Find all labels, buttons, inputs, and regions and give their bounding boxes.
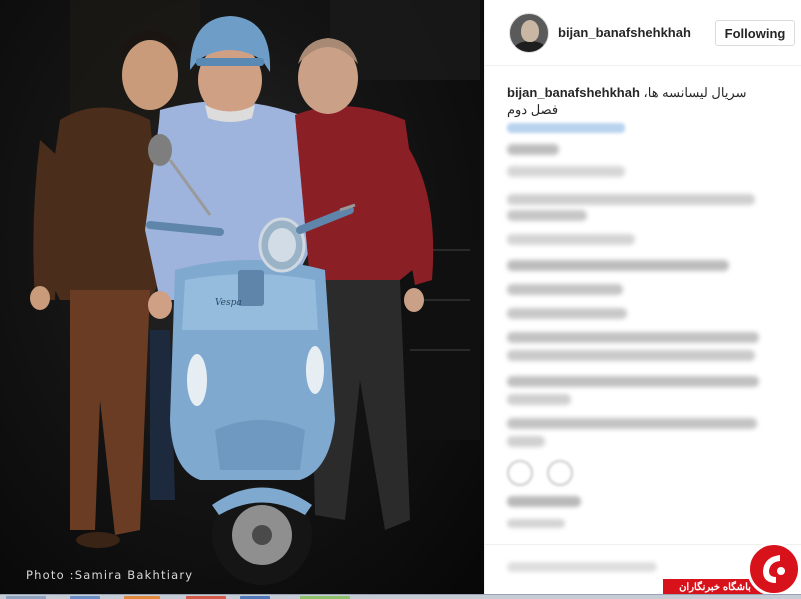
post-username[interactable]: bijan_banafshehkhah (558, 25, 691, 40)
photo-credit: Photo :Samira Bakhtiary (26, 568, 194, 582)
post-time-blurred (507, 519, 565, 528)
photo-scene: Vespa (30, 0, 480, 585)
blurred-comment (507, 350, 755, 361)
heart-icon[interactable] (507, 460, 533, 486)
post-photo[interactable]: Vespa Photo :Samira Bakhtiary (0, 0, 484, 594)
post-header: bijan_banafshehkhah Following (485, 0, 801, 66)
blurred-comment (507, 394, 571, 405)
blurred-comment (507, 144, 559, 155)
blurred-comment (507, 376, 759, 387)
watermark: باشگاه خبرنگاران (663, 540, 801, 599)
watermark-logo-icon (747, 542, 801, 596)
post-caption: bijan_banafshehkhah سریال لیسانسه ها، فص… (507, 84, 765, 118)
avatar[interactable] (509, 13, 549, 53)
vespa-badge: Vespa (215, 298, 242, 308)
blurred-comment (507, 284, 623, 295)
post-sidebar: bijan_banafshehkhah Following bijan_bana… (484, 0, 801, 594)
caption-link-blurred (507, 123, 625, 133)
likes-count-blurred (507, 496, 581, 507)
blurred-comment (507, 194, 755, 205)
blurred-comment (507, 166, 625, 177)
blurred-comment (507, 308, 627, 319)
blurred-comment (507, 260, 729, 271)
blurred-comment (507, 210, 587, 221)
following-button[interactable]: Following (715, 20, 795, 46)
blurred-comment (507, 418, 757, 429)
os-taskbar (0, 594, 801, 599)
speech-bubble-icon[interactable] (547, 460, 573, 486)
blurred-comment (507, 436, 545, 447)
blurred-comment (507, 332, 759, 343)
add-comment-blurred[interactable] (507, 562, 657, 572)
caption-username[interactable]: bijan_banafshehkhah (507, 85, 640, 100)
blurred-comment (507, 234, 635, 245)
